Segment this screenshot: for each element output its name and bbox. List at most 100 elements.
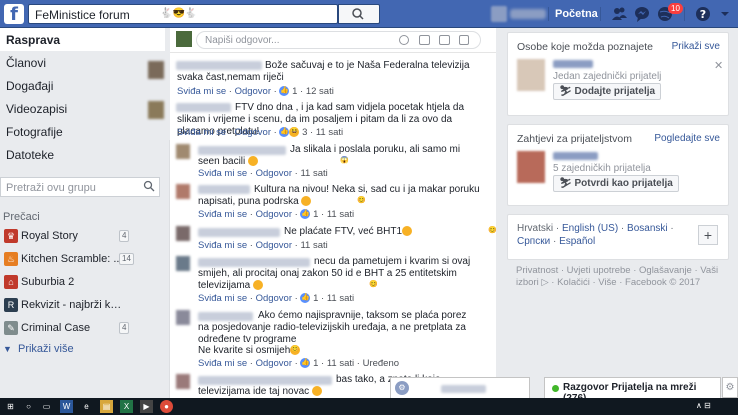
nav-item-datoteke[interactable]: Datoteke (0, 143, 165, 166)
excel-icon[interactable]: X (120, 400, 133, 413)
confirm-friend-button[interactable]: ⛷ Potvrdi kao prijatelja (553, 175, 679, 192)
person-photo[interactable] (517, 59, 545, 91)
pymk-see-all-link[interactable]: Prikaži sve (672, 41, 720, 52)
pymk-title: Osobe koje možda poznajete (517, 41, 654, 53)
profile-name[interactable] (510, 9, 546, 19)
nav-item-videozapisi[interactable]: Videozapisi (0, 97, 165, 120)
system-tray-icon[interactable]: ∧ ⊟ (696, 401, 711, 410)
language-option[interactable]: English (US) (562, 223, 618, 234)
friend-requests-see-all-link[interactable]: Pogledajte sve (654, 133, 720, 144)
like-link[interactable]: Sviđa mi se (198, 240, 247, 251)
add-language-button[interactable]: + (698, 225, 718, 245)
media-icon[interactable]: ▶ (140, 400, 153, 413)
comment-time[interactable]: 11 sati (300, 168, 327, 179)
reply-link[interactable]: Odgovor (256, 293, 292, 304)
reply-link[interactable]: Odgovor (256, 240, 292, 251)
friend-requests-icon[interactable] (610, 5, 628, 23)
avatar[interactable] (176, 226, 190, 241)
reaction-count[interactable]: 1 (313, 209, 318, 220)
reply-link[interactable]: Odgovor (256, 209, 292, 220)
comment-time[interactable]: 11 sati (300, 240, 327, 251)
chat-tab[interactable]: ⚙ (390, 377, 530, 398)
reaction-count[interactable]: 1 (313, 293, 318, 304)
reply-link[interactable]: Odgovor (235, 127, 271, 138)
language-option[interactable]: Español (559, 236, 595, 247)
avatar[interactable] (148, 61, 164, 79)
chat-options-icon[interactable]: ⚙ (722, 377, 738, 398)
nav-item-rasprava[interactable]: Rasprava (0, 28, 165, 51)
avatar[interactable] (176, 144, 190, 159)
person-photo[interactable] (517, 151, 545, 183)
shortcut-suburbia[interactable]: ⌂ Suburbia 2 (4, 274, 132, 292)
search-icon[interactable] (143, 180, 155, 195)
edge-icon[interactable]: e (80, 400, 93, 413)
reaction-count[interactable]: 1 (292, 86, 297, 97)
footer-links[interactable]: Privatnost · Uvjeti upotrebe · Oglašavan… (516, 265, 721, 289)
nav-item-fotografije[interactable]: Fotografije (0, 120, 165, 143)
language-option[interactable]: Bosanski (627, 223, 668, 234)
avatar[interactable] (176, 310, 190, 325)
close-icon[interactable]: ✕ (714, 59, 723, 72)
like-link[interactable]: Sviđa mi se (198, 293, 247, 304)
avatar[interactable] (148, 101, 164, 119)
reply-input[interactable]: Napiši odgovor... (196, 31, 481, 49)
task-view-icon[interactable]: ▭ (40, 400, 53, 413)
avatar[interactable] (176, 374, 190, 389)
reaction-count[interactable]: 1 (313, 358, 318, 369)
messenger-icon[interactable] (633, 5, 651, 23)
reply-link[interactable]: Odgovor (256, 168, 292, 179)
comment-text: Ako ćemo najispravnije, taksom se plaća … (198, 310, 467, 345)
like-link[interactable]: Sviđa mi se (177, 127, 226, 138)
search-button[interactable] (338, 4, 380, 24)
right-sidebar: Osobe koje možda poznajete Prikaži sve J… (507, 28, 733, 398)
add-friend-button[interactable]: ⛷ Dodajte prijatelja (553, 83, 662, 100)
windows-start-icon[interactable]: ⊞ (4, 400, 17, 413)
file-explorer-icon[interactable]: ▤ (100, 400, 113, 413)
avatar[interactable] (176, 184, 190, 199)
gif-icon[interactable] (439, 35, 450, 45)
search-input[interactable]: FeMinistice forum 🐇😎🐇 (28, 4, 338, 24)
cortana-icon[interactable]: ○ (22, 400, 35, 413)
sticker-icon[interactable] (459, 35, 469, 45)
person-name[interactable] (553, 152, 598, 160)
chat-sidebar-toggle[interactable]: Razgovor Prijatelja na mreži (276) (544, 377, 721, 404)
person-mutual-friends[interactable]: Jedan zajednički prijatelj (553, 71, 661, 82)
nav-item-dogadaji[interactable]: Događaji (0, 74, 165, 97)
comment-time[interactable]: 11 sati (327, 293, 354, 304)
reaction-count[interactable]: 3 (302, 127, 307, 138)
like-link[interactable]: Sviđa mi se (198, 168, 247, 179)
shortcut-royal-story[interactable]: ♛ Royal Story 4 (4, 228, 132, 246)
comment-time[interactable]: 11 sati (327, 209, 354, 220)
emoji-icon[interactable] (399, 35, 409, 45)
shortcut-rekvizit[interactable]: R Rekvizit - najbrži kviz n... (4, 297, 132, 315)
group-search-input[interactable]: Pretraži ovu grupu (0, 177, 160, 197)
kitchen-scramble-icon: ♨ (4, 252, 18, 266)
reply-link[interactable]: Odgovor (256, 358, 292, 369)
shortcut-criminal-case[interactable]: ✎ Criminal Case 4 (4, 320, 132, 338)
person-mutual-friends[interactable]: 5 zajedničkih prijatelja (553, 163, 651, 174)
avatar[interactable] (491, 6, 507, 22)
chrome-icon[interactable]: ● (160, 400, 173, 413)
show-more-link[interactable]: ▼ Prikaži više (3, 343, 74, 355)
avatar[interactable] (176, 256, 190, 271)
nav-item-clanovi[interactable]: Članovi (0, 51, 165, 74)
facebook-logo-icon[interactable]: f (4, 4, 24, 25)
home-link[interactable]: Početna (555, 8, 598, 20)
account-dropdown-icon[interactable] (716, 5, 734, 23)
comment-time[interactable]: 11 sati (327, 358, 354, 369)
like-link[interactable]: Sviđa mi se (198, 209, 247, 220)
edited-label[interactable]: Uređeno (363, 358, 399, 369)
reply-link[interactable]: Odgovor (235, 86, 271, 97)
person-name[interactable] (553, 60, 593, 68)
comment-time[interactable]: 12 sati (306, 86, 334, 97)
smile-emoji-icon: 😊 (402, 226, 497, 237)
like-link[interactable]: Sviđa mi se (177, 86, 226, 97)
comment-time[interactable]: 11 sati (316, 127, 343, 138)
comment-text-content: Kultura na nivou! Neka si, sad cu i ja m… (198, 184, 480, 207)
camera-icon[interactable] (419, 35, 430, 45)
shortcut-kitchen-scramble[interactable]: ♨ Kitchen Scramble: ... 14 (4, 251, 134, 269)
help-icon[interactable]: ? (694, 5, 712, 23)
like-link[interactable]: Sviđa mi se (198, 358, 247, 369)
word-icon[interactable]: W (60, 400, 73, 413)
language-option[interactable]: Српски (517, 236, 550, 247)
